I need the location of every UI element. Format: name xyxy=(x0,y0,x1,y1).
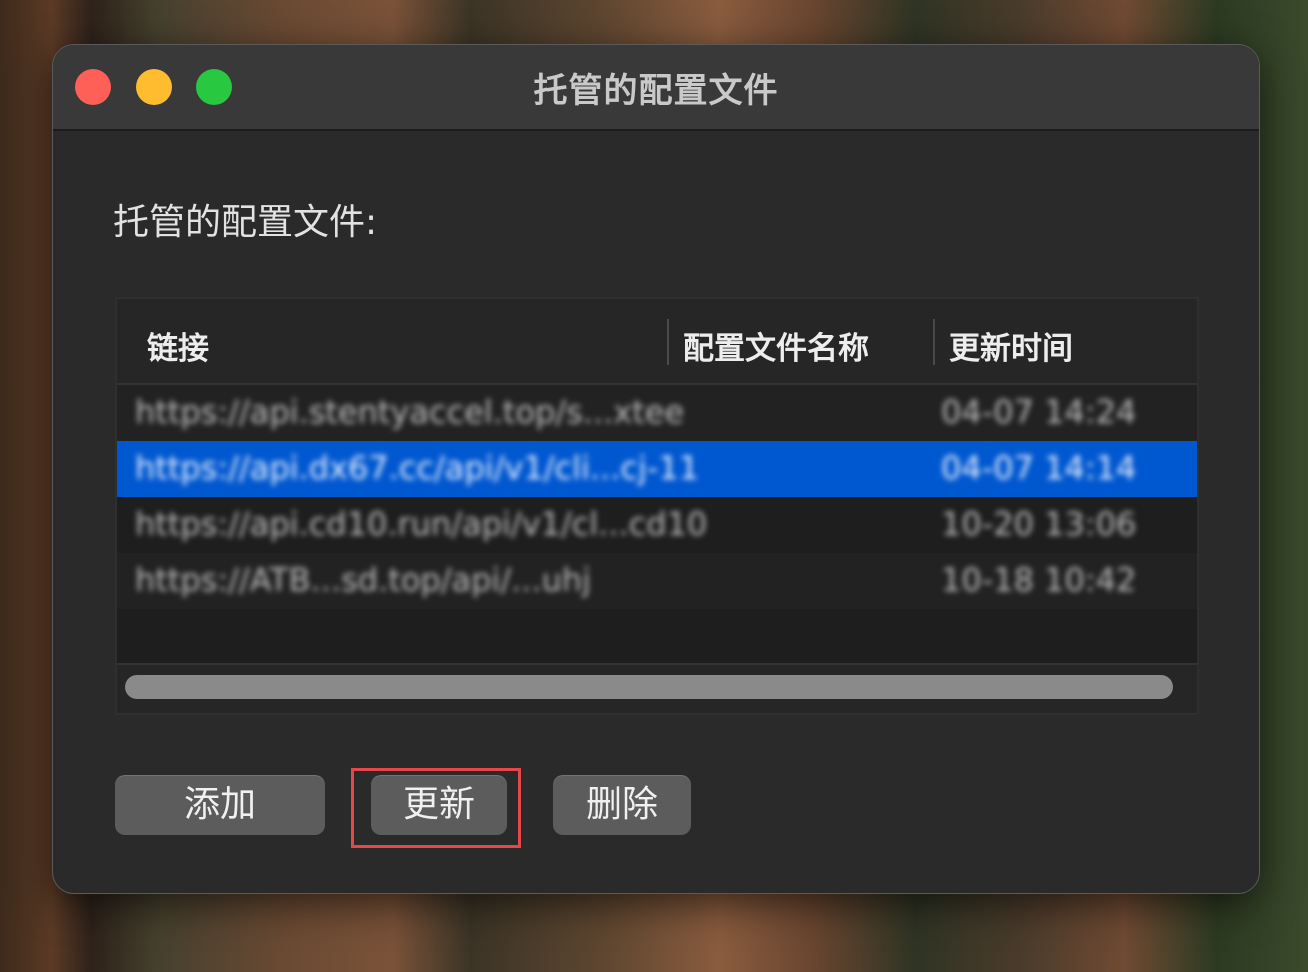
cell-link: https://api.dx67.cc/api/v1/cli...cj-11 xyxy=(135,449,700,487)
table-row[interactable]: https://api.cd10.run/api/v1/cl...cd10 10… xyxy=(117,497,1197,553)
horizontal-scrollbar[interactable] xyxy=(125,675,1173,699)
column-header-update-time[interactable]: 更新时间 xyxy=(949,323,1073,368)
managed-profiles-window: 托管的配置文件 托管的配置文件: 链接 配置文件名称 更新时间 https://… xyxy=(52,44,1260,894)
cell-update-time: 10-20 13:06 xyxy=(941,505,1137,543)
section-label: 托管的配置文件: xyxy=(113,202,378,243)
add-button[interactable]: 添加 xyxy=(115,775,325,835)
column-divider[interactable] xyxy=(667,319,669,365)
cell-update-time: 04-07 14:24 xyxy=(941,393,1137,431)
cell-update-time: 04-07 14:14 xyxy=(941,449,1137,487)
cell-link: https://api.cd10.run/api/v1/cl...cd10 xyxy=(135,505,708,543)
title-bar: 托管的配置文件 xyxy=(53,45,1259,131)
table-row[interactable]: https://ATB...sd.top/api/...uhj 10-18 10… xyxy=(117,553,1197,609)
table-row[interactable]: https://api.stentyaccel.top/s...xtee 04-… xyxy=(117,385,1197,441)
cell-link: https://ATB...sd.top/api/...uhj xyxy=(135,561,592,599)
table-row-selected[interactable]: https://api.dx67.cc/api/v1/cli...cj-11 0… xyxy=(117,441,1197,497)
column-header-profile-name[interactable]: 配置文件名称 xyxy=(683,323,869,368)
horizontal-scroll-area xyxy=(117,663,1197,713)
table-header: 链接 配置文件名称 更新时间 xyxy=(117,299,1197,385)
profiles-table: 链接 配置文件名称 更新时间 https://api.stentyaccel.t… xyxy=(115,297,1199,715)
column-header-link[interactable]: 链接 xyxy=(147,323,209,368)
window-title: 托管的配置文件 xyxy=(533,71,779,111)
delete-button[interactable]: 删除 xyxy=(553,775,691,835)
cell-update-time: 10-18 10:42 xyxy=(941,561,1137,599)
cell-link: https://api.stentyaccel.top/s...xtee xyxy=(135,393,685,431)
highlight-box xyxy=(351,768,521,848)
column-divider[interactable] xyxy=(933,319,935,365)
